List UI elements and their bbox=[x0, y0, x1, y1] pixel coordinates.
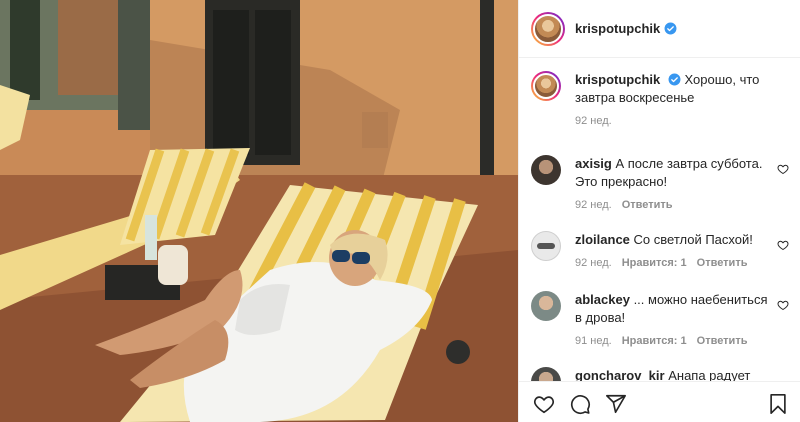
comment-time[interactable]: 92 нед. bbox=[575, 199, 612, 211]
post-sidebar: krispotupchik krispotupchik Хорошо, что … bbox=[518, 0, 800, 422]
caption-row: krispotupchik Хорошо, что завтра воскрес… bbox=[531, 71, 793, 127]
heart-icon[interactable] bbox=[777, 239, 789, 251]
comment-meta: 92 нед. Ответить bbox=[575, 199, 775, 211]
post-header: krispotupchik bbox=[519, 0, 800, 58]
likes-count[interactable]: Нравится: 1 bbox=[622, 257, 687, 269]
comment-time[interactable]: 91 нед. bbox=[575, 335, 612, 347]
avatar-image bbox=[537, 243, 555, 249]
share-icon[interactable] bbox=[605, 393, 627, 415]
likes-count[interactable]: Нравится: 1 bbox=[622, 335, 687, 347]
verified-badge-icon bbox=[664, 22, 677, 35]
avatar[interactable] bbox=[531, 231, 561, 261]
comment-body: Со светлой Пасхой! bbox=[633, 232, 753, 247]
comment-username[interactable]: goncharov_kir bbox=[575, 368, 665, 381]
comment-username[interactable]: zloilance bbox=[575, 232, 630, 247]
comment-body: Анапа радует bbox=[668, 368, 751, 381]
heart-icon[interactable] bbox=[777, 299, 789, 311]
comment-meta: 92 нед. Нравится: 1 Ответить bbox=[575, 257, 775, 269]
comment-username[interactable]: axisig bbox=[575, 156, 612, 171]
avatar[interactable] bbox=[531, 367, 561, 381]
avatar-image bbox=[533, 13, 563, 44]
heart-icon[interactable] bbox=[533, 393, 555, 415]
author-username[interactable]: krispotupchik bbox=[575, 21, 660, 36]
comment-row: ablackey ... можно наебениться в дрова! … bbox=[531, 291, 793, 347]
reply-button[interactable]: Ответить bbox=[697, 257, 748, 269]
verified-badge-icon bbox=[668, 73, 681, 86]
post-view: krispotupchik krispotupchik Хорошо, что … bbox=[0, 0, 800, 422]
comment-text: ablackey ... можно наебениться в дрова! bbox=[575, 291, 775, 327]
comment-icon[interactable] bbox=[569, 393, 591, 415]
photo-illustration bbox=[0, 0, 518, 422]
comment-text: zloilance Со светлой Пасхой! bbox=[575, 231, 775, 249]
avatar[interactable] bbox=[531, 11, 565, 46]
comment-username[interactable]: ablackey bbox=[575, 292, 630, 307]
avatar[interactable] bbox=[531, 291, 561, 321]
comment-row: axisig А после завтра суббота. Это прекр… bbox=[531, 155, 793, 211]
heart-icon[interactable] bbox=[777, 163, 789, 175]
comment-list[interactable]: krispotupchik Хорошо, что завтра воскрес… bbox=[519, 59, 800, 381]
comment-time[interactable]: 92 нед. bbox=[575, 257, 612, 269]
caption-meta: 92 нед. bbox=[575, 115, 775, 127]
reply-button[interactable]: Ответить bbox=[622, 199, 673, 211]
comment-meta: 91 нед. Нравится: 1 Ответить bbox=[575, 335, 775, 347]
caption-username[interactable]: krispotupchik bbox=[575, 72, 660, 87]
avatar-image bbox=[533, 73, 559, 99]
comment-row: zloilance Со светлой Пасхой! 92 нед. Нра… bbox=[531, 231, 793, 269]
avatar[interactable] bbox=[531, 71, 561, 101]
comment-text: axisig А после завтра суббота. Это прекр… bbox=[575, 155, 775, 191]
avatar[interactable] bbox=[531, 155, 561, 185]
bookmark-icon[interactable] bbox=[767, 393, 789, 415]
reply-button[interactable]: Ответить bbox=[697, 335, 748, 347]
action-bar bbox=[519, 381, 800, 422]
post-photo[interactable] bbox=[0, 0, 518, 422]
comment-text: goncharov_kir Анапа радует bbox=[575, 367, 775, 381]
caption-text: krispotupchik Хорошо, что завтра воскрес… bbox=[575, 71, 775, 107]
comment-row: goncharov_kir Анапа радует bbox=[531, 367, 793, 381]
caption-time[interactable]: 92 нед. bbox=[575, 115, 612, 127]
